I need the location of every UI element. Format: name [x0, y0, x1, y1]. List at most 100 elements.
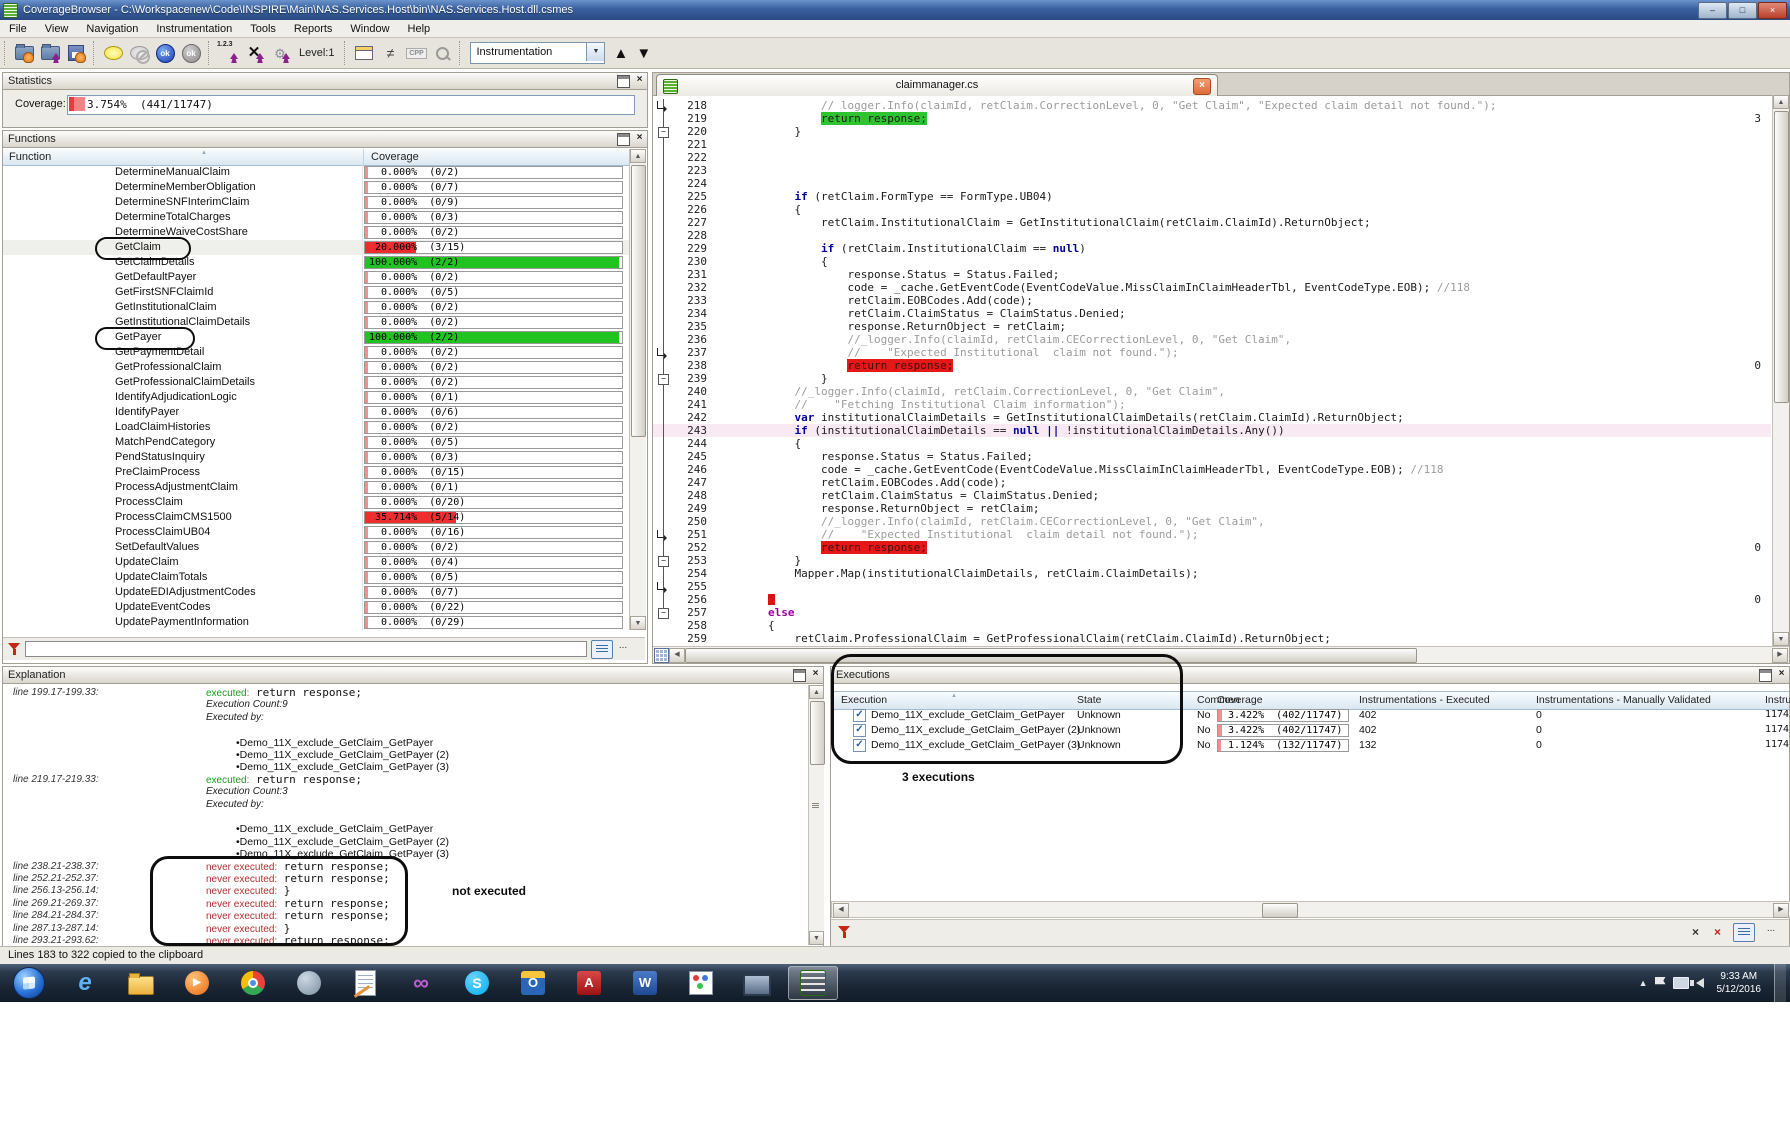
taskbar-coveragebrowser-button[interactable] — [788, 966, 838, 1000]
executions-column-header[interactable]: Instrumentations - Manually Validated — [1536, 694, 1760, 706]
code-line[interactable]: 232 code = _cache.GetEventCode(EventCode… — [653, 281, 1771, 294]
close-panel-icon[interactable]: × — [1776, 669, 1787, 680]
fold-marker-icon[interactable]: − — [658, 608, 669, 619]
code-line[interactable]: 228 — [653, 229, 1771, 242]
code-line[interactable]: 230 { — [653, 255, 1771, 268]
open-execution-button[interactable] — [38, 41, 62, 65]
code-area[interactable]: 218 // logger.Info(claimId, retClaim.Cor… — [653, 97, 1771, 646]
clear-icon[interactable]: × — [1692, 925, 1699, 939]
code-line[interactable]: −257 else — [653, 606, 1771, 619]
exclude-button[interactable]: ✕ — [242, 41, 266, 65]
taskbar-chrome-button[interactable] — [228, 966, 278, 1000]
execution-row[interactable]: ✓Demo_11X_exclude_GetClaim_GetPayerUnkno… — [831, 708, 1789, 723]
network-icon[interactable] — [1673, 977, 1689, 989]
function-row[interactable]: IdentifyAdjudicationLogic 0.000% (0/1) — [3, 390, 629, 405]
taskbar-internet-explorer-button[interactable]: e — [60, 966, 110, 1000]
code-line[interactable]: 218 // logger.Info(claimId, retClaim.Cor… — [653, 99, 1771, 112]
function-row[interactable]: GetProfessionalClaimDetails 0.000% (0/2) — [3, 375, 629, 390]
code-line[interactable]: 250 //_logger.Info(claimId, retClaim.CEC… — [653, 515, 1771, 528]
code-line[interactable]: 219 return response;3 — [653, 112, 1771, 125]
function-row[interactable]: GetClaim 20.000% (3/15) — [3, 240, 629, 255]
code-line[interactable]: 244 { — [653, 437, 1771, 450]
code-line[interactable]: 238 return response;0 — [653, 359, 1771, 372]
function-row[interactable]: GetPaymentDetail 0.000% (0/2) — [3, 345, 629, 360]
close-panel-icon[interactable]: × — [634, 75, 645, 86]
function-row[interactable]: PendStatusInquiry 0.000% (0/3) — [3, 450, 629, 465]
function-row[interactable]: GetDefaultPayer 0.000% (0/2) — [3, 270, 629, 285]
editor-hscrollbar[interactable]: ◀ ▶ — [653, 646, 1789, 663]
function-row[interactable]: ProcessClaimCMS1500 35.714% (5/14) — [3, 510, 629, 525]
code-line[interactable]: 236 //_logger.Info(claimId, retClaim.CEC… — [653, 333, 1771, 346]
scroll-thumb[interactable] — [1262, 903, 1298, 918]
more-options-button[interactable]: ... — [615, 640, 631, 657]
float-panel-icon[interactable] — [793, 669, 806, 682]
function-row[interactable]: PreClaimProcess 0.000% (0/15) — [3, 465, 629, 480]
code-line[interactable]: 229 if (retClaim.InstitutionalClaim == n… — [653, 242, 1771, 255]
function-row[interactable]: ProcessClaimUB04 0.000% (0/16) — [3, 525, 629, 540]
scroll-down-icon[interactable]: ▼ — [630, 616, 646, 630]
fold-marker-icon[interactable]: − — [658, 374, 669, 385]
search-button[interactable] — [430, 41, 454, 65]
save-button[interactable] — [64, 41, 88, 65]
cpp-button[interactable]: CPP — [404, 41, 428, 65]
code-line[interactable]: 226 { — [653, 203, 1771, 216]
fold-marker-icon[interactable]: − — [658, 127, 669, 138]
taskbar-media-player-button[interactable]: ▶ — [172, 966, 222, 1000]
functions-scrollbar[interactable]: ▲ ▼ — [629, 149, 646, 630]
tab-claimmanager[interactable]: claimmanager.cs × — [656, 74, 1218, 96]
function-row[interactable]: GetInstitutionalClaim 0.000% (0/2) — [3, 300, 629, 315]
execution-checkbox[interactable]: ✓ — [853, 709, 866, 722]
code-line[interactable]: 248 retClaim.ClaimStatus = ClaimStatus.D… — [653, 489, 1771, 502]
filter-input[interactable] — [25, 641, 587, 657]
function-row[interactable]: DetermineMemberObligation 0.000% (0/7) — [3, 180, 629, 195]
close-panel-icon[interactable]: × — [810, 669, 821, 680]
function-row[interactable]: GetPayer100.000% (2/2) — [3, 330, 629, 345]
instrumentation-combobox[interactable]: Instrumentation ▼ — [470, 42, 605, 64]
scroll-thumb[interactable] — [685, 648, 1417, 663]
taskbar-messenger-button[interactable] — [284, 966, 334, 1000]
menu-help[interactable]: Help — [399, 22, 440, 36]
validate-disabled-button[interactable]: ok — [179, 41, 203, 65]
list-options-button[interactable] — [591, 640, 613, 659]
execution-row[interactable]: ✓Demo_11X_exclude_GetClaim_GetPayer (2)U… — [831, 723, 1789, 738]
code-line[interactable]: 255 — [653, 580, 1771, 593]
function-row[interactable]: DetermineTotalCharges 0.000% (0/3) — [3, 210, 629, 225]
more-options-button[interactable]: ... — [1763, 923, 1779, 940]
editor-vscrollbar[interactable]: ▲ ▼ — [1772, 95, 1789, 646]
window-layout-button[interactable] — [352, 41, 376, 65]
function-row[interactable]: GetFirstSNFClaimId 0.000% (0/5) — [3, 285, 629, 300]
code-line[interactable]: 256 0 — [653, 593, 1771, 606]
executions-column-header[interactable]: Coverage — [1217, 694, 1347, 706]
open-file-button[interactable] — [12, 41, 36, 65]
code-line[interactable]: 246 code = _cache.GetEventCode(EventCode… — [653, 463, 1771, 476]
code-line[interactable]: 241 // "Fetching Institutional Claim inf… — [653, 398, 1771, 411]
menu-reports[interactable]: Reports — [285, 22, 342, 36]
taskbar-monitor-button[interactable] — [732, 966, 782, 1000]
code-line[interactable]: 240 //_logger.Info(claimId, retClaim.Cor… — [653, 385, 1771, 398]
execution-checkbox[interactable]: ✓ — [853, 739, 866, 752]
executions-column-header[interactable]: State — [1077, 694, 1157, 706]
scroll-up-icon[interactable]: ▲ — [1773, 95, 1789, 109]
code-line[interactable]: 224 — [653, 177, 1771, 190]
comment-disabled-button[interactable] — [127, 41, 151, 65]
function-row[interactable]: UpdateEDIAdjustmentCodes 0.000% (0/7) — [3, 585, 629, 600]
code-line[interactable]: 254 Mapper.Map(institutionalClaimDetails… — [653, 567, 1771, 580]
action-center-icon[interactable] — [1655, 977, 1666, 989]
scroll-down-icon[interactable]: ▼ — [1773, 632, 1789, 646]
list-options-button[interactable] — [1733, 923, 1755, 942]
scroll-thumb[interactable] — [1774, 111, 1789, 403]
function-row[interactable]: ProcessClaim 0.000% (0/20) — [3, 495, 629, 510]
code-line[interactable]: 251 // "Expected Institutional claim det… — [653, 528, 1771, 541]
minimize-button[interactable]: – — [1698, 2, 1727, 19]
execution-row[interactable]: ✓Demo_11X_exclude_GetClaim_GetPayer (3)U… — [831, 738, 1789, 753]
close-button[interactable]: × — [1758, 2, 1787, 19]
code-line[interactable]: 247 retClaim.EOBCodes.Add(code); — [653, 476, 1771, 489]
function-row[interactable]: DetermineSNFInterimClaim 0.000% (0/9) — [3, 195, 629, 210]
taskbar-clock[interactable]: 9:33 AM 5/12/2016 — [1711, 970, 1768, 996]
menu-navigation[interactable]: Navigation — [77, 22, 147, 36]
show-desktop-button[interactable] — [1774, 964, 1786, 1002]
executions-column-header[interactable]: Instrumentations - Executed — [1359, 694, 1529, 706]
function-row[interactable]: GetProfessionalClaim 0.000% (0/2) — [3, 360, 629, 375]
code-line[interactable]: 234 retClaim.ClaimStatus = ClaimStatus.D… — [653, 307, 1771, 320]
scroll-right-icon[interactable]: ▶ — [1772, 648, 1788, 663]
